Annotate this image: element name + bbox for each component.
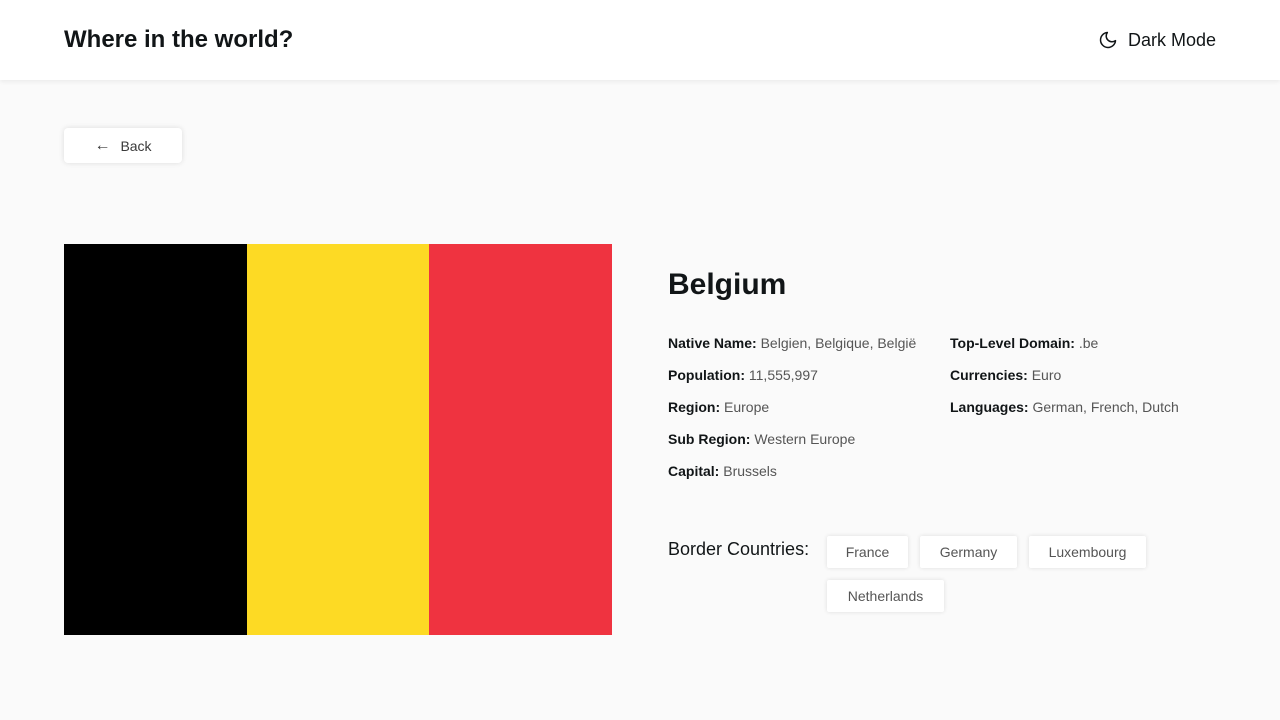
border-country-chip-netherlands[interactable]: Netherlands [827, 580, 944, 612]
back-button-label: Back [120, 137, 152, 154]
detail-value: Euro [1031, 367, 1062, 383]
flag-stripe-black [64, 244, 247, 635]
details-left: Native Name: Belgien, Belgique, België P… [668, 334, 916, 494]
border-country-chip-france[interactable]: France [827, 536, 908, 568]
details-right: Top-Level Domain: .be Currencies: Euro L… [950, 334, 1179, 430]
app-title: Where in the world? [64, 26, 294, 53]
dark-mode-label: Dark Mode [1127, 29, 1216, 50]
detail-value: .be [1078, 335, 1099, 351]
flag-stripe-yellow [246, 244, 430, 635]
detail-value: Belgien, Belgique, België [760, 335, 917, 351]
back-button[interactable]: ← Back [64, 128, 182, 163]
detail-languages: Languages: German, French, Dutch [950, 398, 1179, 430]
detail-sub-region: Sub Region: Western Europe [668, 430, 916, 462]
country-name: Belgium [668, 268, 787, 301]
detail-value: Europe [724, 399, 770, 415]
detail-native-name: Native Name: Belgien, Belgique, België [668, 334, 916, 366]
detail-region: Region: Europe [668, 398, 916, 430]
arrow-left-icon: ← [94, 136, 111, 154]
detail-label: Top-Level Domain: [950, 335, 1075, 351]
detail-label: Population: [668, 367, 745, 383]
detail-currencies: Currencies: Euro [950, 366, 1179, 398]
detail-label: Region: [668, 399, 721, 415]
dark-mode-toggle[interactable]: Dark Mode [1098, 30, 1216, 51]
moon-icon [1099, 31, 1117, 49]
detail-label: Capital: [668, 463, 720, 479]
detail-label: Native Name: [668, 335, 757, 351]
detail-label: Sub Region: [668, 431, 751, 447]
border-country-chip-germany[interactable]: Germany [920, 536, 1017, 568]
detail-value: Brussels [723, 463, 777, 479]
detail-population: Population: 11,555,997 [668, 366, 916, 398]
detail-capital: Capital: Brussels [668, 462, 916, 494]
border-countries-label: Border Countries: [668, 539, 810, 559]
header: Where in the world? Dark Mode [0, 0, 1280, 80]
detail-label: Languages: [950, 399, 1029, 415]
country-flag [64, 244, 613, 635]
detail-value: Western Europe [754, 431, 856, 447]
detail-value: 11,555,997 [748, 367, 818, 383]
flag-stripe-red [429, 244, 613, 635]
detail-label: Currencies: [950, 367, 1028, 383]
detail-value: German, French, Dutch [1032, 399, 1179, 415]
border-country-chip-luxembourg[interactable]: Luxembourg [1029, 536, 1146, 568]
detail-top-level-domain: Top-Level Domain: .be [950, 334, 1179, 366]
